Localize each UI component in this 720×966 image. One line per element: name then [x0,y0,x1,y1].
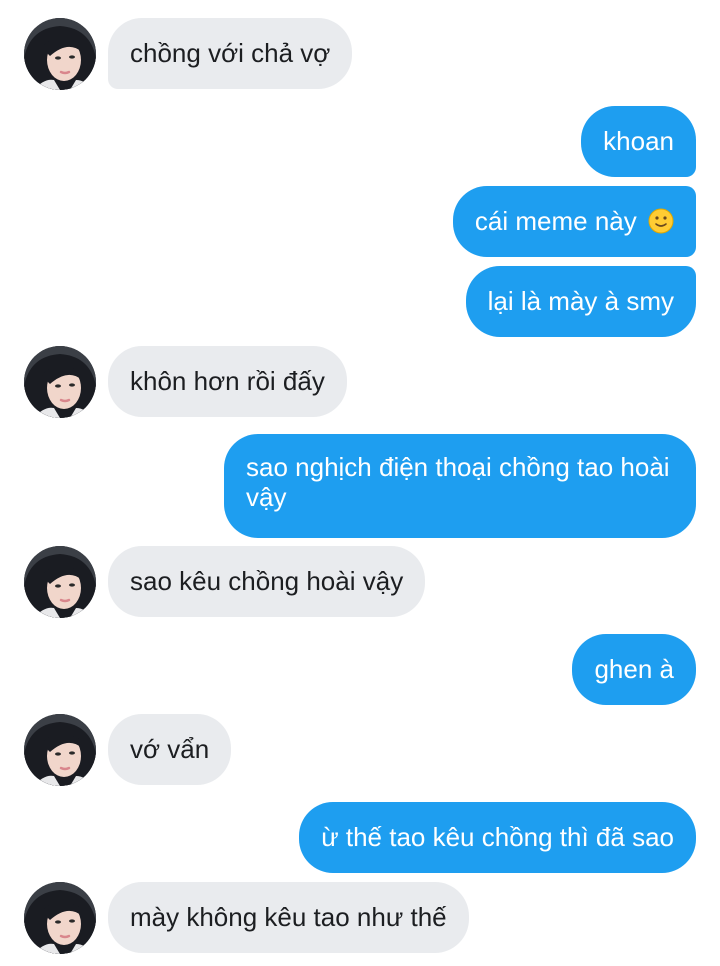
avatar-image [24,882,96,954]
contact-avatar[interactable] [24,714,96,786]
incoming-message-bubble[interactable]: vớ vẩn [108,714,232,785]
incoming-message-bubble[interactable]: sao kêu chồng hoài vậy [108,546,426,617]
message-text: khôn hơn rồi đấy [130,366,325,396]
message-text: ừ thế tao kêu chồng thì đã sao [321,822,674,852]
message-text: sao kêu chồng hoài vậy [130,566,404,596]
outgoing-message-bubble[interactable]: cái meme này [452,186,696,257]
outgoing-message-bubble[interactable]: sao nghịch điện thoại chồng tao hoài vậy [224,434,696,538]
contact-avatar[interactable] [24,882,96,954]
contact-avatar[interactable] [24,546,96,618]
contact-avatar[interactable] [24,346,96,418]
outgoing-message-bubble[interactable]: ừ thế tao kêu chồng thì đã sao [299,802,696,873]
incoming-message-bubble[interactable]: khôn hơn rồi đấy [108,346,347,417]
message-text: lại là mày à smy [487,286,674,316]
message-text: ghen à [594,654,674,684]
avatar-image [24,546,96,618]
message-text: chồng với chả vợ [130,38,331,68]
avatar-image [24,714,96,786]
message-text: sao nghịch điện thoại chồng tao hoài vậy [246,452,670,512]
outgoing-message-bubble[interactable]: lại là mày à smy [465,266,696,337]
incoming-message-bubble[interactable]: mày không kêu tao như thế [108,882,469,953]
message-text: vớ vẩn [130,734,210,764]
incoming-message-bubble[interactable]: chồng với chả vợ [108,18,353,89]
message-text: mày không kêu tao như thế [130,902,447,932]
avatar-image [24,18,96,90]
message-text: khoan [603,126,674,156]
slightly-smiling-face-icon [648,208,674,234]
outgoing-message-bubble[interactable]: khoan [581,106,696,177]
avatar-image [24,346,96,418]
outgoing-message-bubble[interactable]: ghen à [572,634,696,705]
message-text: cái meme này [474,206,637,236]
contact-avatar[interactable] [24,18,96,90]
